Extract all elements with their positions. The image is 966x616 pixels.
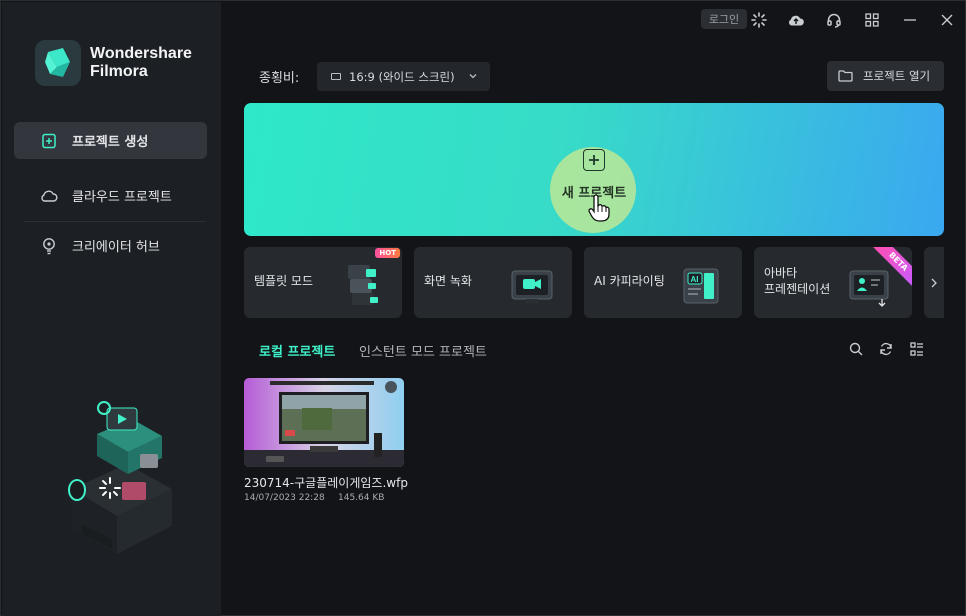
chevron-down-icon — [468, 70, 478, 84]
feature-label-line-2: 프레젠테이션 — [764, 282, 831, 296]
feature-label-line-1: 아바타 — [764, 266, 798, 280]
plus-icon — [583, 149, 605, 171]
sidebar-item-label: 클라우드 프로젝트 — [72, 190, 172, 205]
project-thumbnail[interactable] — [244, 378, 404, 467]
apps-grid-icon[interactable] — [861, 9, 883, 31]
feature-label: AI 카피라이팅 — [594, 274, 665, 288]
sidebar-item-label: 프로젝트 생성 — [72, 135, 149, 150]
feature-card-ai-copywriting[interactable]: AI 카피라이팅 AI — [584, 247, 742, 318]
feature-label: 템플릿 모드 — [254, 274, 314, 288]
brand-line-1: Wondershare — [90, 45, 192, 62]
minimize-icon[interactable] — [899, 9, 921, 31]
sidebar-item-creator-hub[interactable]: 크리에이터 허브 — [14, 227, 207, 264]
refresh-icon[interactable] — [878, 341, 894, 357]
avatar-icon — [846, 259, 898, 309]
feature-card-screen-record[interactable]: 화면 녹화 — [414, 247, 572, 318]
brand-line-2: Filmora — [90, 63, 148, 80]
lightbulb-icon — [40, 237, 58, 255]
aspect-ratio-select[interactable]: 16:9 (와이드 스크린) — [317, 62, 490, 91]
feature-card-template-mode[interactable]: 템플릿 모드 HOT — [244, 247, 402, 318]
feature-scroll-right[interactable] — [924, 247, 944, 318]
open-project-button[interactable]: 프로젝트 열기 — [827, 61, 944, 91]
template-icon — [336, 259, 388, 309]
filmora-logo-icon — [35, 40, 81, 86]
project-date: 14/07/2023 22:28 — [244, 493, 325, 503]
new-project-banner[interactable]: 새 프로젝트 — [244, 103, 944, 236]
feature-label: 아바타 프레젠테이션 — [764, 265, 830, 297]
tab-local-projects[interactable]: 로컬 프로젝트 — [259, 341, 335, 360]
tab-instant-mode-projects[interactable]: 인스턴트 모드 프로젝트 — [359, 341, 487, 360]
search-icon[interactable] — [848, 341, 864, 357]
cloud-upload-icon[interactable] — [785, 9, 807, 31]
sidebar: Wondershare Filmora 프로젝트 생성 클라우드 프로젝트 크리… — [2, 2, 221, 616]
folder-icon — [838, 70, 853, 82]
brand: Wondershare Filmora — [35, 40, 192, 86]
aspect-ratio-value: 16:9 (와이드 스크린) — [349, 69, 455, 84]
login-button[interactable]: 로그인 — [701, 9, 747, 29]
feature-card-avatar-presentation[interactable]: 아바타 프레젠테이션 BETA — [754, 247, 912, 318]
loading-spinner-icon — [748, 9, 770, 31]
sidebar-illustration — [52, 394, 182, 564]
hot-badge: HOT — [375, 248, 400, 258]
chevron-right-icon — [931, 278, 937, 287]
aspect-ratio-label: 종횡비: — [259, 71, 300, 86]
new-file-icon — [40, 132, 58, 150]
sidebar-item-cloud-project[interactable]: 클라우드 프로젝트 — [14, 177, 207, 214]
sidebar-item-label: 크리에이터 허브 — [72, 240, 160, 255]
view-toggle-icon[interactable] — [909, 341, 925, 357]
svg-text:AI: AI — [691, 275, 699, 284]
project-size: 145.64 KB — [338, 493, 385, 503]
screen-record-icon — [506, 259, 558, 309]
cloud-icon — [40, 187, 58, 205]
close-icon[interactable] — [936, 9, 958, 31]
feature-label: 화면 녹화 — [424, 274, 472, 288]
sidebar-item-create-project[interactable]: 프로젝트 생성 — [14, 122, 207, 159]
hand-cursor-icon — [588, 194, 610, 227]
screen-ratio-icon — [331, 73, 341, 80]
project-name[interactable]: 230714-구글플레이게임즈.wfp — [244, 474, 408, 491]
brand-name: Wondershare Filmora — [90, 45, 192, 81]
sidebar-divider — [24, 221, 206, 222]
app-window: Wondershare Filmora 프로젝트 생성 클라우드 프로젝트 크리… — [0, 0, 966, 616]
headset-icon[interactable] — [823, 9, 845, 31]
open-project-label: 프로젝트 열기 — [863, 69, 931, 83]
ai-copywriting-icon: AI — [676, 259, 728, 309]
